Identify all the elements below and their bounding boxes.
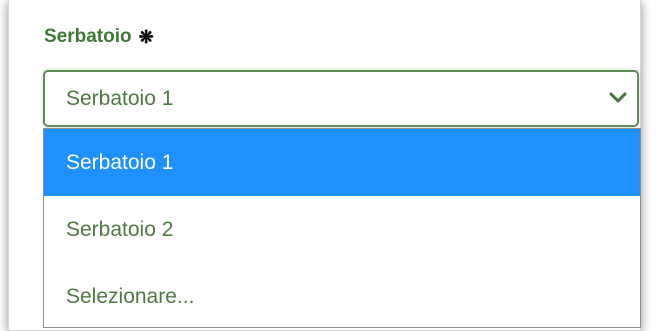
dropdown-option-serbatoio-1[interactable]: Serbatoio 1: [44, 129, 640, 196]
required-asterisk-icon: ❋: [138, 27, 154, 47]
dropdown-option-selezionare[interactable]: Selezionare...: [44, 263, 640, 330]
dropdown-options-list: Serbatoio 1 Serbatoio 2 Selezionare...: [43, 128, 641, 328]
serbatoio-select[interactable]: Serbatoio 1: [43, 70, 639, 127]
chevron-down-icon: [609, 92, 627, 102]
select-current-value: Serbatoio 1: [66, 86, 174, 110]
field-label: Serbatoio ❋: [44, 26, 154, 48]
dropdown-option-serbatoio-2[interactable]: Serbatoio 2: [44, 196, 640, 263]
field-label-text: Serbatoio: [44, 26, 132, 47]
